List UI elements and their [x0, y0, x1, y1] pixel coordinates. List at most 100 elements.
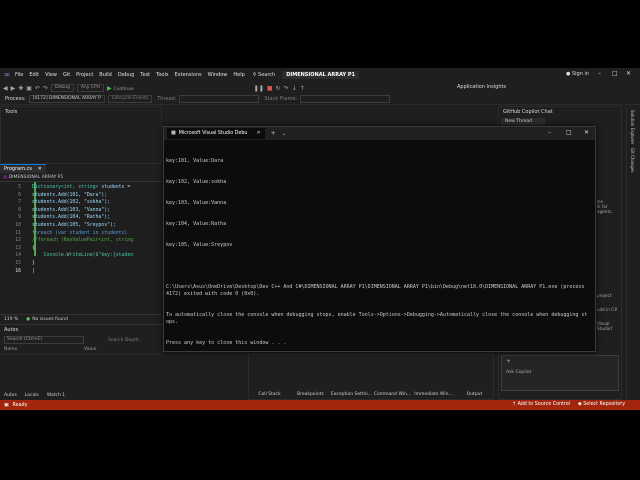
tab-call-stack[interactable]: Call Stack — [249, 392, 290, 397]
tab-exception-settings[interactable]: Exception Settin... — [331, 392, 372, 397]
console-line: C:\Users\Asus\OneDrive\Desktop\Dev C++ A… — [166, 284, 588, 297]
tab-autos[interactable]: Autos — [0, 393, 21, 398]
console-line: key:103, Value:Vanna — [166, 200, 227, 206]
debug-location-bar: Process: [4172] DIMENSIONAL ARRAY P Life… — [0, 94, 640, 105]
autos-search-input[interactable]: Search (Ctrl+E) — [4, 336, 84, 344]
line-number: 12 — [15, 238, 21, 244]
stack-frame-dropdown[interactable] — [300, 95, 391, 103]
configuration-dropdown[interactable]: Debug — [51, 84, 74, 92]
up-arrow-icon: ↑ — [512, 402, 517, 407]
console-scrollbar[interactable] — [590, 140, 595, 351]
sign-in-label: Sign in — [571, 71, 590, 77]
minimize-icon[interactable]: – — [598, 70, 601, 77]
new-thread-button[interactable]: New Thread — [501, 118, 545, 125]
search-label: Search — [258, 72, 276, 78]
search-button[interactable]: ⚲ Search — [250, 72, 278, 78]
close-icon[interactable]: ✕ — [626, 70, 631, 77]
process-dropdown[interactable]: [4172] DIMENSIONAL ARRAY P — [28, 95, 105, 103]
select-repository-button[interactable]: ◆ Select Repository — [578, 402, 625, 407]
code-line: 11 foreach (var student in students) — [0, 230, 162, 238]
chevron-down-icon[interactable]: ⌄ — [282, 131, 286, 137]
code-line: 8 students.Add(103, "Vanna"); — [0, 207, 162, 215]
code-text: Console.WriteLine($"key:{studen — [43, 253, 134, 259]
tab-breakpoints[interactable]: Breakpoints — [290, 392, 331, 397]
pause-icon[interactable]: ❚❚ — [254, 85, 264, 92]
menu-build[interactable]: Build — [96, 72, 115, 78]
console-minimize-icon[interactable]: – — [548, 129, 551, 136]
menu-extensions[interactable]: Extensions — [171, 72, 204, 78]
thread-dropdown[interactable] — [179, 95, 260, 103]
new-tab-icon[interactable]: + — [271, 130, 276, 137]
debug-console-window[interactable]: ▩ Microsoft Visual Studio Debu ✕ + ⌄ – □… — [163, 126, 596, 352]
menu-view[interactable]: View — [42, 72, 60, 78]
select-repository-label: Select Repository — [583, 402, 626, 407]
back-icon[interactable]: ◀ — [3, 85, 8, 92]
issues-status[interactable]: No issues found — [32, 317, 68, 322]
undo-icon[interactable]: ↶ — [35, 85, 40, 92]
menu-window[interactable]: Window — [205, 72, 231, 78]
menu-git[interactable]: Git — [60, 72, 73, 78]
tab-immediate-window[interactable]: Immediate Win... — [413, 392, 454, 397]
menu-tools[interactable]: Tools — [153, 72, 171, 78]
code-line: 15} — [0, 260, 162, 268]
add-to-source-control-button[interactable]: ↑ Add to Source Control — [512, 402, 570, 407]
tab-command-window[interactable]: Command Win... — [372, 392, 413, 397]
code-line: 14 Console.WriteLine($"key:{studen — [0, 252, 162, 260]
menu-help[interactable]: Help — [230, 72, 247, 78]
step-into-icon[interactable]: ↓ — [292, 85, 297, 92]
console-tab[interactable]: ▩ Microsoft Visual Studio Debu ✕ — [167, 128, 265, 139]
continue-button[interactable]: ▶ Continue — [107, 85, 134, 92]
lifecycle-events-dropdown[interactable]: Lifecycle Events — [107, 95, 153, 103]
line-number: 13 — [15, 245, 21, 251]
tab-watch-1[interactable]: Watch 1 — [43, 393, 69, 398]
menu-debug[interactable]: Debug — [115, 72, 137, 78]
tab-label: Program.cs — [4, 166, 33, 172]
repository-icon: ◆ — [578, 402, 582, 407]
debug-tabs-bottom: Call Stack Breakpoints Exception Settin.… — [249, 390, 495, 399]
git-changes-rail-tab[interactable]: Git Changes — [630, 148, 635, 172]
tab-close-icon[interactable]: ✕ — [38, 166, 42, 172]
console-tab-close-icon[interactable]: ✕ — [256, 128, 260, 139]
step-over-icon[interactable]: ↷ — [284, 85, 289, 92]
code-text: students.Add(101, "Dara"); — [32, 192, 108, 198]
editor-status-bar: 119 % ● No issues found — [0, 314, 162, 323]
menu-edit[interactable]: Edit — [26, 72, 42, 78]
solution-explorer-rail-tab[interactable]: Solution Explorer — [630, 110, 635, 144]
new-item-icon[interactable]: ✚ — [18, 85, 23, 92]
letterbox-bottom — [0, 410, 640, 480]
console-maximize-icon[interactable]: □ — [566, 129, 572, 136]
tab-output[interactable]: Output — [454, 392, 495, 397]
ask-copilot-placeholder: Ask Copilot — [506, 370, 532, 375]
redo-icon[interactable]: ↷ — [43, 85, 48, 92]
restart-icon[interactable]: ↻ — [276, 85, 281, 92]
project-scope-dropdown[interactable]: ■ DIMENSIONAL ARRAY P1 — [0, 173, 162, 182]
save-icon[interactable]: ▣ — [26, 85, 32, 92]
code-text: { — [32, 245, 35, 251]
application-insights-button[interactable]: Application Insights — [457, 84, 506, 90]
stop-icon[interactable]: ■ — [267, 85, 273, 92]
col-value: Value — [84, 347, 97, 352]
menu-file[interactable]: File — [12, 72, 26, 78]
editor-tab-row: Program.cs ✕ — [0, 164, 162, 173]
forward-icon[interactable]: ▶ — [11, 85, 16, 92]
tab-program-cs[interactable]: Program.cs ✕ — [0, 164, 46, 173]
code-text: students = — [98, 185, 134, 190]
platform-dropdown[interactable]: Any CPU — [76, 84, 105, 92]
zoom-level[interactable]: 119 % — [4, 317, 18, 322]
line-number: 10 — [15, 222, 21, 228]
project-scope-label: DIMENSIONAL ARRAY P1 — [8, 175, 64, 180]
step-out-icon[interactable]: ↑ — [300, 85, 305, 92]
tab-locals[interactable]: Locals — [21, 393, 43, 398]
code-text: students.Add(105, "Sreypov"); — [32, 222, 116, 228]
code-line: 13 { — [0, 245, 162, 253]
console-close-icon[interactable]: ✕ — [584, 129, 589, 136]
code-editor[interactable]: 5 Dictionary<int, string> students = 6 stu… — [0, 182, 162, 314]
line-number: 14 — [15, 253, 21, 259]
sign-in-button[interactable]: ● Sign in — [566, 71, 589, 77]
maximize-icon[interactable]: □ — [612, 70, 618, 77]
menu-test[interactable]: Test — [137, 72, 153, 78]
menu-project[interactable]: Project — [73, 72, 96, 78]
stack-frame-label: Stack Frame: — [264, 96, 298, 102]
code-line: 7 students.Add(102, "sokha"); — [0, 199, 162, 207]
copilot-chat-title: GitHub Copilot Chat — [503, 109, 553, 115]
